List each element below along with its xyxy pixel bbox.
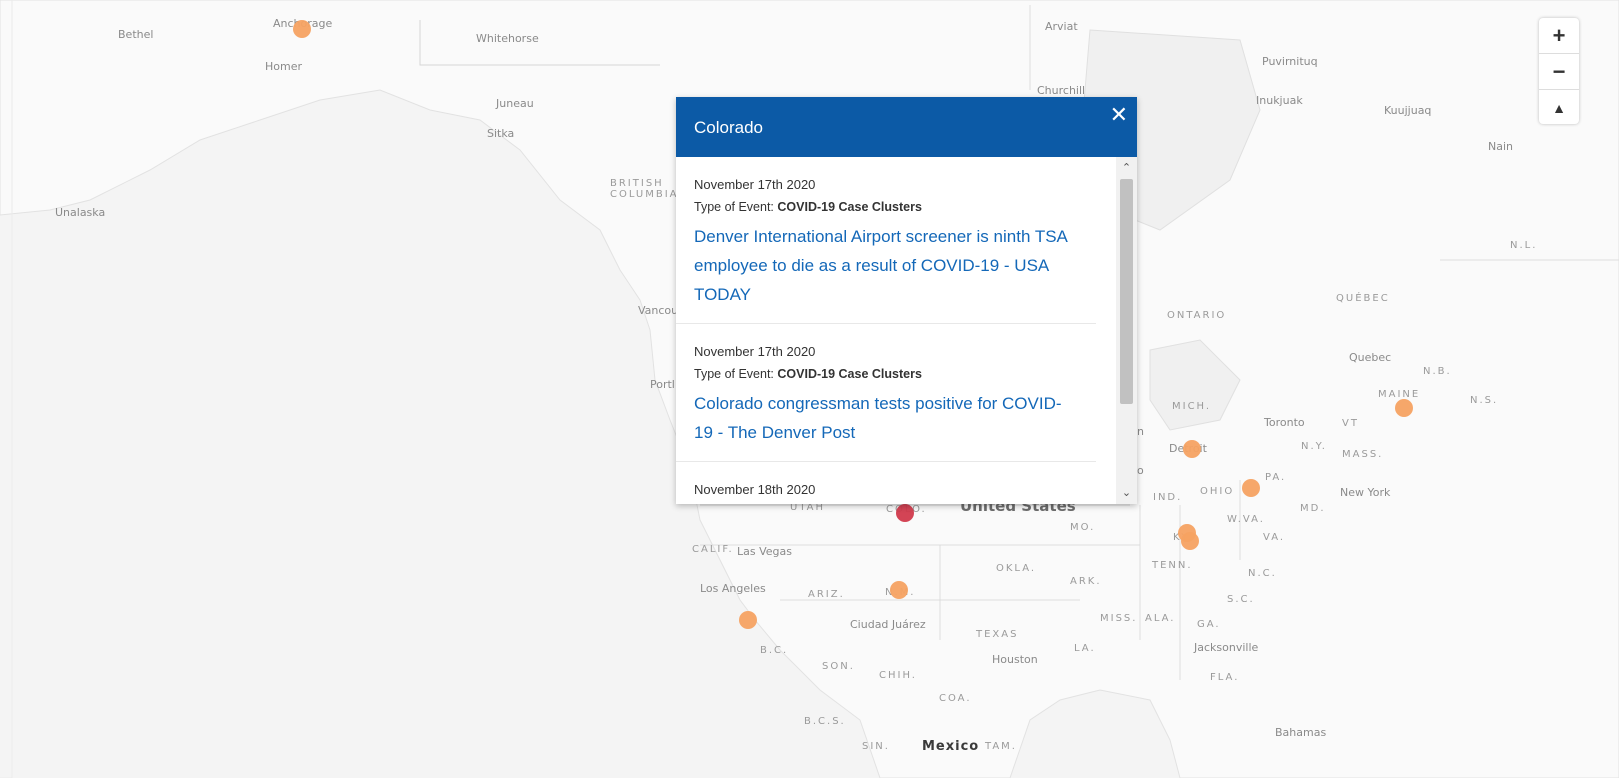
- label-la: LA.: [1074, 643, 1096, 654]
- label-nain: Nain: [1488, 140, 1513, 153]
- article-link[interactable]: Colorado congressman tests positive for …: [694, 394, 1062, 442]
- event-popup: Colorado ✕ November 17th 2020 Type of Ev…: [676, 97, 1137, 504]
- popup-header: Colorado ✕: [676, 97, 1137, 157]
- label-ontario: ONTARIO: [1167, 310, 1227, 321]
- label-sitka: Sitka: [487, 127, 515, 140]
- label-maine: MAINE: [1378, 389, 1421, 400]
- label-nb: N.B.: [1423, 366, 1452, 377]
- label-houston: Houston: [992, 653, 1038, 666]
- label-tam: TAM.: [985, 741, 1017, 752]
- label-homer: Homer: [265, 60, 303, 73]
- marker-colorado[interactable]: [896, 504, 914, 522]
- type-prefix: Type of Event:: [694, 367, 774, 381]
- list-item: November 17th 2020 Type of Event: COVID-…: [676, 157, 1096, 324]
- label-los-angeles: Los Angeles: [700, 582, 766, 595]
- item-date: November 18th 2020: [694, 482, 816, 497]
- label-coa: COA.: [939, 693, 972, 704]
- marker-new-mexico[interactable]: [890, 581, 908, 599]
- label-quebec: Quebec: [1349, 351, 1392, 364]
- label-ala: ALA.: [1145, 613, 1176, 624]
- label-texas: TEXAS: [976, 629, 1019, 640]
- list-item: November 18th 2020 Type of Event: COVID-…: [676, 462, 1096, 504]
- label-vt: VT: [1342, 418, 1359, 429]
- label-sc: S.C.: [1227, 594, 1255, 605]
- item-date: November 17th 2020: [694, 177, 816, 192]
- label-ny: N.Y.: [1301, 441, 1327, 452]
- label-bcs: B.C.S.: [804, 716, 846, 727]
- label-mich: MICH.: [1172, 401, 1212, 412]
- label-bc: B.C.: [760, 645, 789, 656]
- label-nc: N.C.: [1248, 568, 1277, 579]
- zoom-control: + − ▲: [1539, 18, 1579, 124]
- label-puvirnituq: Puvirnituq: [1262, 55, 1318, 68]
- zoom-in-button[interactable]: +: [1539, 18, 1579, 54]
- label-arviat: Arviat: [1045, 20, 1078, 33]
- label-juneau: Juneau: [496, 97, 534, 110]
- label-nl: N.L.: [1510, 240, 1538, 251]
- zoom-out-button[interactable]: −: [1539, 54, 1579, 90]
- label-unalaska: Unalaska: [55, 206, 106, 219]
- label-ohio: OHIO: [1200, 486, 1235, 497]
- scroll-up-icon[interactable]: ⌃: [1116, 159, 1137, 177]
- label-portland: Portl: [650, 378, 675, 391]
- label-mass: MASS.: [1342, 449, 1384, 460]
- scroll-thumb[interactable]: [1120, 179, 1133, 404]
- label-tenn: TENN.: [1152, 560, 1193, 571]
- label-ciudad-juarez: Ciudad Juárez: [850, 618, 926, 631]
- label-miss: MISS.: [1100, 613, 1138, 624]
- item-date: November 17th 2020: [694, 344, 816, 359]
- list-item: November 17th 2020 Type of Event: COVID-…: [676, 324, 1096, 462]
- label-okla: OKLA.: [996, 563, 1037, 574]
- close-icon[interactable]: ✕: [1110, 102, 1128, 128]
- marker-los-angeles[interactable]: [739, 611, 757, 629]
- label-las-vegas: Las Vegas: [737, 545, 792, 558]
- marker-anchorage[interactable]: [293, 20, 311, 38]
- label-mexico: Mexico: [922, 739, 980, 754]
- label-bethel: Bethel: [118, 28, 154, 41]
- label-calif: CALIF.: [692, 544, 734, 555]
- marker-ohio-pa[interactable]: [1242, 479, 1260, 497]
- type-value: COVID-19 Case Clusters: [777, 200, 922, 214]
- label-ns: N.S.: [1470, 395, 1499, 406]
- item-type: Type of Event: COVID-19 Case Clusters: [694, 367, 1078, 381]
- label-va: VA.: [1263, 532, 1286, 543]
- label-pa: PA.: [1265, 472, 1287, 483]
- compass-icon[interactable]: ▲: [1539, 90, 1579, 125]
- label-churchill: Churchill: [1037, 84, 1086, 97]
- label-inukjuak: Inukjuak: [1256, 94, 1303, 107]
- label-bahamas: Bahamas: [1275, 726, 1327, 739]
- type-prefix: Type of Event:: [694, 200, 774, 214]
- label-quebec-province: QUÉBEC: [1336, 293, 1390, 304]
- label-chih: CHIH.: [879, 670, 917, 681]
- marker-maine[interactable]: [1395, 399, 1413, 417]
- label-ariz: ARIZ.: [808, 589, 845, 600]
- label-kuujjuaq: Kuujjuaq: [1384, 104, 1432, 117]
- article-link[interactable]: Denver International Airport screener is…: [694, 227, 1067, 304]
- label-wva: W.VA.: [1227, 514, 1265, 525]
- label-fla: FLA.: [1210, 672, 1240, 683]
- label-sin: SIN.: [862, 741, 890, 752]
- popup-title: Colorado: [694, 118, 763, 137]
- label-vancouver: Vancou: [638, 304, 679, 317]
- label-son: SON.: [822, 661, 855, 672]
- label-british-columbia: BRITISH COLUMBIA: [610, 178, 679, 200]
- label-md: MD.: [1300, 503, 1326, 514]
- item-type: Type of Event: COVID-19 Case Clusters: [694, 200, 1078, 214]
- popup-scrollbar[interactable]: ⌃ ⌄: [1116, 157, 1137, 504]
- type-value: COVID-19 Case Clusters: [777, 367, 922, 381]
- label-ga: GA.: [1197, 619, 1221, 630]
- popup-body[interactable]: November 17th 2020 Type of Event: COVID-…: [676, 157, 1116, 504]
- label-new-york: New York: [1340, 486, 1391, 499]
- marker-kentucky-2[interactable]: [1181, 532, 1199, 550]
- label-jacksonville: Jacksonville: [1194, 641, 1259, 654]
- scroll-down-icon[interactable]: ⌄: [1116, 484, 1137, 502]
- label-whitehorse: Whitehorse: [476, 32, 539, 45]
- label-mo: MO.: [1070, 522, 1096, 533]
- label-ind: IND.: [1153, 492, 1183, 503]
- label-illinois-fragment: n: [1137, 425, 1144, 438]
- label-toronto: Toronto: [1264, 416, 1305, 429]
- marker-detroit[interactable]: [1183, 440, 1201, 458]
- label-ark: ARK.: [1070, 576, 1102, 587]
